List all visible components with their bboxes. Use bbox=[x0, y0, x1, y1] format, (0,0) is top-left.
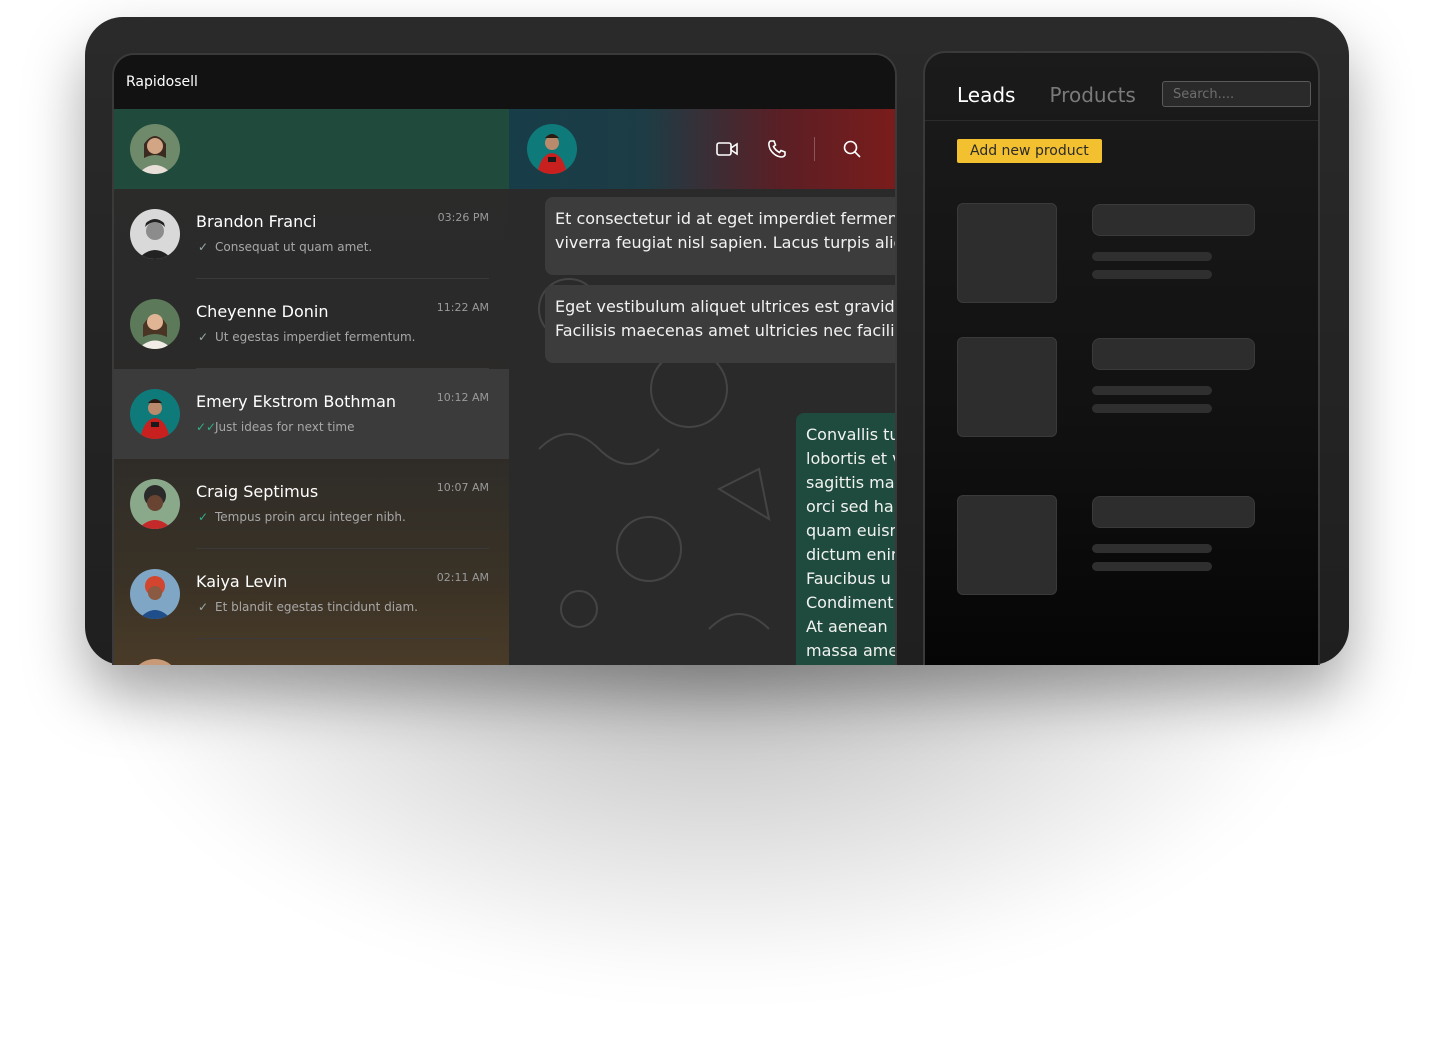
contact-avatar bbox=[130, 479, 180, 529]
message-line: quam euisn bbox=[806, 521, 895, 540]
message-preview: ✓✓ Just ideas for next time bbox=[196, 420, 355, 434]
skeleton-thumbnail bbox=[957, 337, 1057, 437]
skeleton-line bbox=[1092, 252, 1212, 261]
phone-icon[interactable] bbox=[764, 136, 790, 162]
message-line: dictum enim bbox=[806, 545, 895, 564]
check-icon: ✓ bbox=[197, 240, 209, 254]
contact-name: Emery Ekstrom Bothman bbox=[196, 392, 397, 411]
contact-name: Craig Septimus bbox=[196, 482, 319, 501]
message-time: 10:12 AM bbox=[436, 391, 489, 404]
sidebar-header bbox=[114, 109, 509, 189]
search-icon[interactable] bbox=[839, 136, 865, 162]
contact-avatar-partial bbox=[130, 659, 180, 665]
skeleton-title bbox=[1092, 204, 1255, 236]
contact-name: Brandon Franci bbox=[196, 212, 317, 231]
skeleton-thumbnail bbox=[957, 203, 1057, 303]
contact-avatar bbox=[130, 389, 180, 439]
message-line: massa ame bbox=[806, 641, 895, 660]
incoming-message[interactable]: Eget vestibulum aliquet ultrices est gra… bbox=[545, 285, 895, 363]
skeleton-line bbox=[1092, 404, 1212, 413]
tab-products[interactable]: Products bbox=[1049, 83, 1135, 107]
skeleton-line bbox=[1092, 386, 1212, 395]
chat-list-item[interactable]: Brandon Franci 03:26 PM ✓ Consequat ut qu… bbox=[114, 189, 509, 279]
skeleton-line bbox=[1092, 270, 1212, 279]
chat-sidebar: Brandon Franci 03:26 PM ✓ Consequat ut qu… bbox=[114, 109, 509, 665]
chat-window: Rapidosell Brandon Franci 03:26 PM ✓ Cons… bbox=[112, 53, 897, 665]
skeleton-title bbox=[1092, 338, 1255, 370]
message-line: Et consectetur id at eget imperdiet ferm… bbox=[555, 209, 895, 228]
message-line: At aenean bbox=[806, 617, 888, 636]
message-line: lobortis et v bbox=[806, 449, 895, 468]
check-icon: ✓ bbox=[197, 510, 209, 524]
divider bbox=[196, 638, 489, 639]
preview-text: Just ideas for next time bbox=[215, 420, 355, 434]
message-preview: ✓ Ut egestas imperdiet fermentum. bbox=[196, 330, 416, 344]
message-line: Eget vestibulum aliquet ultrices est gra… bbox=[555, 297, 895, 316]
message-line: Condiment bbox=[806, 593, 894, 612]
user-avatar[interactable] bbox=[130, 124, 180, 174]
search-input[interactable] bbox=[1162, 81, 1311, 107]
tab-leads[interactable]: Leads bbox=[957, 83, 1015, 107]
message-time: 02:11 AM bbox=[436, 571, 489, 584]
header-actions bbox=[714, 109, 865, 189]
title-bar: Rapidosell bbox=[114, 55, 895, 109]
message-time: 11:22 AM bbox=[436, 301, 489, 314]
message-preview: ✓ Tempus proin arcu integer nibh. bbox=[196, 510, 406, 524]
message-line: orci sed ha bbox=[806, 497, 894, 516]
message-line: Convallis tu bbox=[806, 425, 895, 444]
divider bbox=[925, 120, 1318, 121]
skeleton-title bbox=[1092, 496, 1255, 528]
conversation-header bbox=[509, 109, 895, 189]
active-contact-avatar[interactable] bbox=[527, 124, 577, 174]
contact-name: Kaiya Levin bbox=[196, 572, 288, 591]
check-icon: ✓ bbox=[197, 330, 209, 344]
chat-list-item[interactable]: Craig Septimus 10:07 AM ✓ Tempus proin ar… bbox=[114, 459, 509, 549]
preview-text: Et blandit egestas tincidunt diam. bbox=[215, 600, 418, 614]
tab-bar: Leads Products bbox=[957, 83, 1136, 107]
outgoing-message[interactable]: Convallis tu lobortis et v sagittis ma o… bbox=[796, 413, 895, 665]
message-line: viverra feugiat nisl sapien. Lacus turpi… bbox=[555, 233, 895, 252]
message-preview: ✓ Consequat ut quam amet. bbox=[196, 240, 372, 254]
divider bbox=[814, 137, 815, 161]
message-line: sagittis ma bbox=[806, 473, 895, 492]
panes: Brandon Franci 03:26 PM ✓ Consequat ut qu… bbox=[114, 109, 895, 665]
chat-list-item[interactable]: Cheyenne Donin 11:22 AM ✓ Ut egestas impe… bbox=[114, 279, 509, 369]
skeleton-thumbnail bbox=[957, 495, 1057, 595]
conversation-pane: Et consectetur id at eget imperdiet ferm… bbox=[509, 109, 895, 665]
preview-text: Consequat ut quam amet. bbox=[215, 240, 373, 254]
chat-list-item-active[interactable]: Emery Ekstrom Bothman 10:12 AM ✓✓ Just id… bbox=[114, 369, 509, 459]
message-time: 10:07 AM bbox=[436, 481, 489, 494]
check-icon: ✓ bbox=[197, 600, 209, 614]
double-check-icon: ✓✓ bbox=[196, 420, 217, 434]
preview-text: Ut egestas imperdiet fermentum. bbox=[215, 330, 416, 344]
incoming-message[interactable]: Et consectetur id at eget imperdiet ferm… bbox=[545, 197, 895, 275]
stage: Rapidosell Brandon Franci 03:26 PM ✓ Cons… bbox=[0, 0, 1434, 1053]
contact-avatar bbox=[130, 299, 180, 349]
contact-name: Cheyenne Donin bbox=[196, 302, 329, 321]
message-preview: ✓ Et blandit egestas tincidunt diam. bbox=[196, 600, 418, 614]
skeleton-line bbox=[1092, 544, 1212, 553]
contact-avatar bbox=[130, 569, 180, 619]
video-camera-icon[interactable] bbox=[714, 136, 740, 162]
chat-list-item[interactable]: Kaiya Levin 02:11 AM ✓ Et blandit egestas… bbox=[114, 549, 509, 639]
contact-avatar bbox=[130, 209, 180, 259]
message-line: Facilisis maecenas amet ultricies nec fa… bbox=[555, 321, 895, 340]
skeleton-line bbox=[1092, 562, 1212, 571]
message-line: Faucibus u bbox=[806, 569, 891, 588]
app-title: Rapidosell bbox=[126, 74, 198, 90]
add-new-product-button[interactable]: Add new product bbox=[957, 139, 1102, 163]
products-window: Leads Products Add new product bbox=[923, 51, 1320, 665]
preview-text: Tempus proin arcu integer nibh. bbox=[215, 510, 406, 524]
message-time: 03:26 PM bbox=[437, 211, 489, 224]
